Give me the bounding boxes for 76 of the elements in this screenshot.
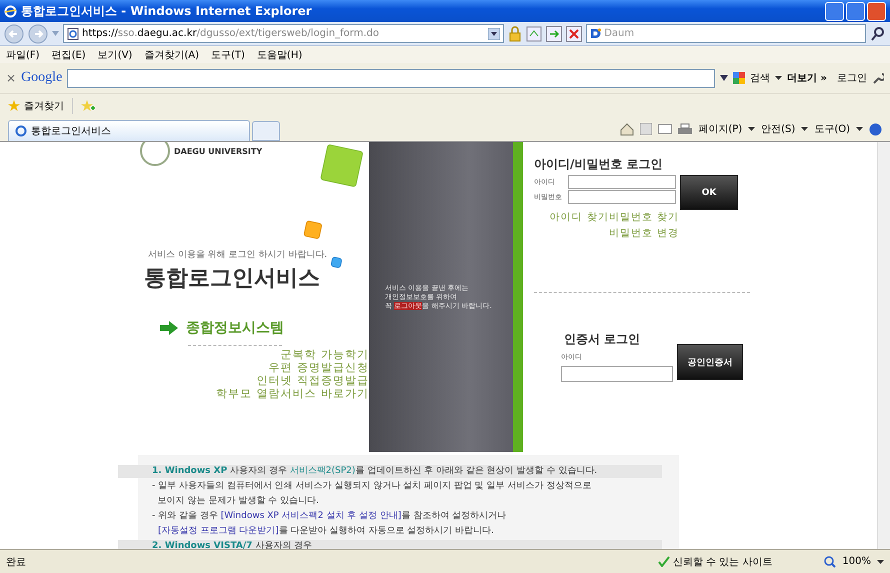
info-line: - 위와 같을 경우 [Windows XP 서비스팩2 설치 후 설정 안내]를 참조하여 설정하시거나 <box>151 510 508 523</box>
status-text: 완료 <box>6 556 26 568</box>
page-title: 통합로그인서비스 <box>144 265 321 293</box>
cube-drawing <box>303 220 323 240</box>
home-icon[interactable] <box>620 122 634 136</box>
search-placeholder: Daum <box>604 28 634 39</box>
scrollbar[interactable] <box>877 142 890 549</box>
add-favorite-icon[interactable] <box>81 100 95 112</box>
page-icon <box>15 125 27 137</box>
search-engine-icon <box>590 28 602 39</box>
guide-link[interactable]: [Windows XP 서비스팩2 설치 후 설정 안내] <box>220 511 402 521</box>
browser-tab[interactable]: 통합로그인서비스 <box>8 120 250 141</box>
close-button[interactable]: × <box>6 71 16 85</box>
favorites-button[interactable]: 즐겨찾기 <box>24 98 64 112</box>
login-button[interactable]: 로그인 <box>837 71 867 85</box>
menu-item[interactable]: 보기(V) <box>98 48 132 62</box>
subtitle-text: 서비스 이용을 위해 로그인 하시기 바랍니다. <box>148 249 328 261</box>
url-text: https://sso.daegu.ac.kr/dgusso/ext/tigersweb/login_form.do <box>82 28 379 39</box>
compatibility-icon[interactable] <box>526 26 542 42</box>
id-field[interactable] <box>568 175 676 189</box>
info-line: - 일부 사용자들의 컴퓨터에서 인쇄 서비스가 실행되지 않거나 설치 페이지 팝업 및 일부 서비스가 정상적으로 <box>151 480 592 493</box>
google-search-field[interactable] <box>67 68 716 88</box>
caret-icon[interactable] <box>775 76 782 80</box>
maximize-button[interactable] <box>846 2 865 20</box>
google-search-icon <box>733 72 746 84</box>
page-icon <box>67 28 79 40</box>
guide-link[interactable]: [자동설정 프로그램 다운받기] <box>158 526 279 536</box>
dropdown-icon[interactable] <box>720 75 728 81</box>
cert-login-heading: 인증서 로그인 <box>564 331 642 348</box>
ok-button[interactable]: OK <box>680 175 738 210</box>
google-logo: Google <box>21 70 62 86</box>
refresh-icon[interactable] <box>546 26 562 42</box>
certificate-button[interactable]: 공인인증서 <box>677 344 743 380</box>
dropdown-icon[interactable] <box>488 28 500 40</box>
star-icon <box>8 100 20 112</box>
check-icon <box>658 556 670 567</box>
command-menu[interactable]: 도구(O) <box>814 122 850 136</box>
menu-item[interactable]: 도구(T) <box>211 48 245 62</box>
password-field[interactable] <box>568 190 676 204</box>
help-icon[interactable] <box>869 122 882 136</box>
zoom-icon[interactable] <box>824 556 836 568</box>
print-icon[interactable] <box>678 122 692 136</box>
zoom-level[interactable]: 100% <box>842 556 871 567</box>
menu-item[interactable]: 편집(E) <box>52 48 86 62</box>
menu-item[interactable]: 즐겨찾기(A) <box>144 48 199 62</box>
command-menu[interactable]: 페이지(P) <box>698 122 742 136</box>
menu-item[interactable]: 파일(F) <box>6 48 40 62</box>
address-field[interactable]: https://sso.daegu.ac.kr/dgusso/ext/tigersweb/login_form.do <box>63 24 504 43</box>
forward-icon[interactable] <box>28 24 48 44</box>
close-button[interactable] <box>867 2 886 20</box>
lock-icon <box>508 26 522 42</box>
mail-icon[interactable] <box>658 124 672 134</box>
back-icon[interactable] <box>4 24 24 44</box>
search-button[interactable]: 검색 <box>750 71 770 85</box>
info-line: [자동설정 프로그램 다운받기]를 다운받아 실행하여 자동으로 설정하시기 바랍니다. <box>157 525 495 538</box>
caret-icon[interactable] <box>748 127 756 131</box>
university-logo-text: DAEGU UNIVERSITY <box>174 146 262 156</box>
caret-icon[interactable] <box>877 560 884 564</box>
cube-drawing <box>330 256 343 269</box>
ie-logo-icon <box>4 4 17 18</box>
security-zone: 신뢰할 수 있는 사이트 <box>672 556 772 568</box>
feed-icon[interactable] <box>640 123 652 135</box>
cert-id-field[interactable] <box>561 366 673 382</box>
caret-icon[interactable] <box>801 127 808 131</box>
login-heading: 아이디/비밀번호 로그인 <box>534 156 664 173</box>
info-line: 보이지 않는 문제가 발생할 수 있습니다. <box>156 495 320 508</box>
wrench-icon[interactable] <box>872 72 884 84</box>
caret-icon[interactable] <box>856 127 863 131</box>
window-title: 통합로그인서비스 - Windows Internet Explorer <box>21 2 312 20</box>
search-icon[interactable] <box>870 26 886 42</box>
more-button[interactable]: 더보기 » <box>787 71 827 85</box>
menu-item[interactable]: 도움말(H) <box>256 48 302 62</box>
arrow-icon <box>160 321 178 335</box>
command-menu[interactable]: 안전(S) <box>761 122 796 136</box>
minimize-button[interactable] <box>825 2 844 20</box>
stop-icon[interactable] <box>566 26 582 42</box>
